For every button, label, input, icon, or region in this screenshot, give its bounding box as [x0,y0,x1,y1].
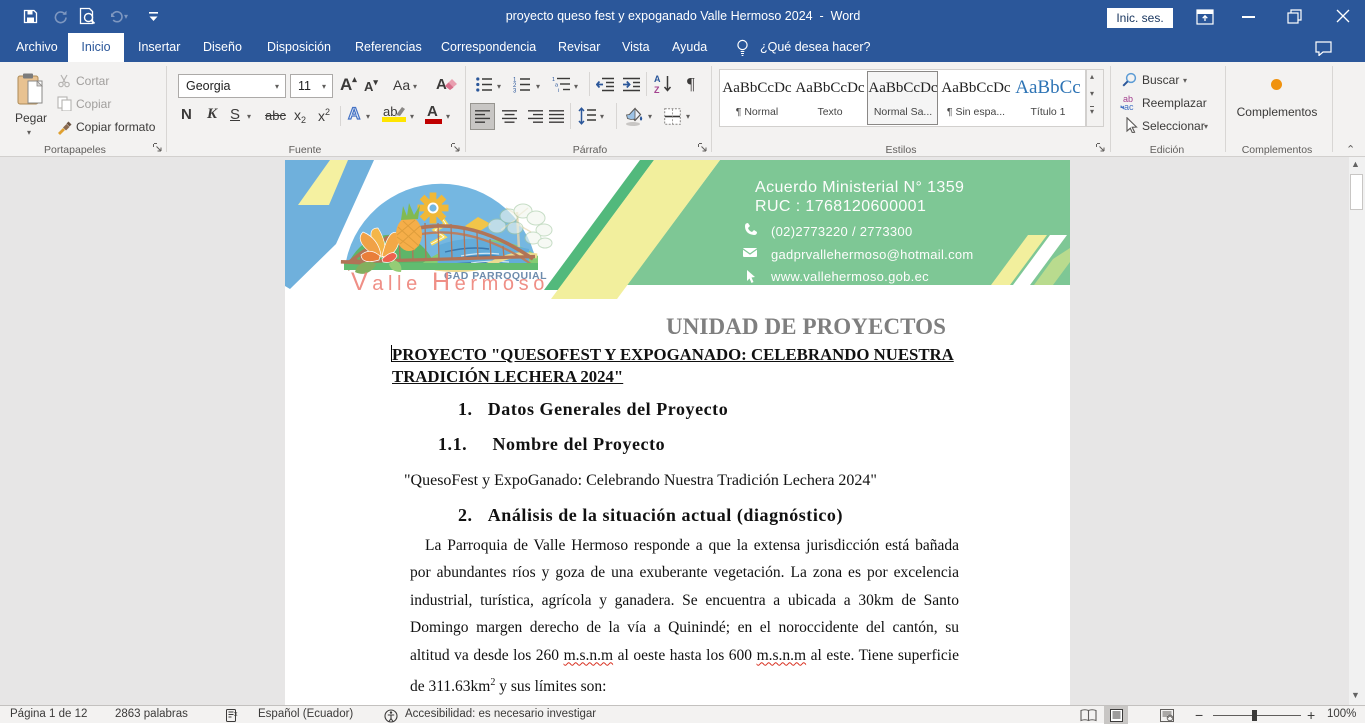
svg-text:www.vallehermoso.gob.ec: www.vallehermoso.gob.ec [770,269,929,284]
svg-text:(02)2773220 / 2773300: (02)2773220 / 2773300 [771,224,912,239]
svg-text:Z: Z [654,85,660,94]
svg-text:ac: ac [1124,102,1134,111]
svg-text:Acuerdo Ministerial N° 1359: Acuerdo Ministerial N° 1359 [755,179,964,196]
svg-text:x: x [234,711,238,718]
svg-text:Valle Hermoso: Valle Hermoso [351,268,549,296]
svg-text:3: 3 [513,89,517,94]
svg-text:RUC : 1768120600001: RUC : 1768120600001 [755,198,926,215]
svg-text:gadprvallehermoso@hotmail.com: gadprvallehermoso@hotmail.com [771,247,974,262]
svg-text:A: A [654,74,661,84]
svg-text:i: i [558,88,559,93]
